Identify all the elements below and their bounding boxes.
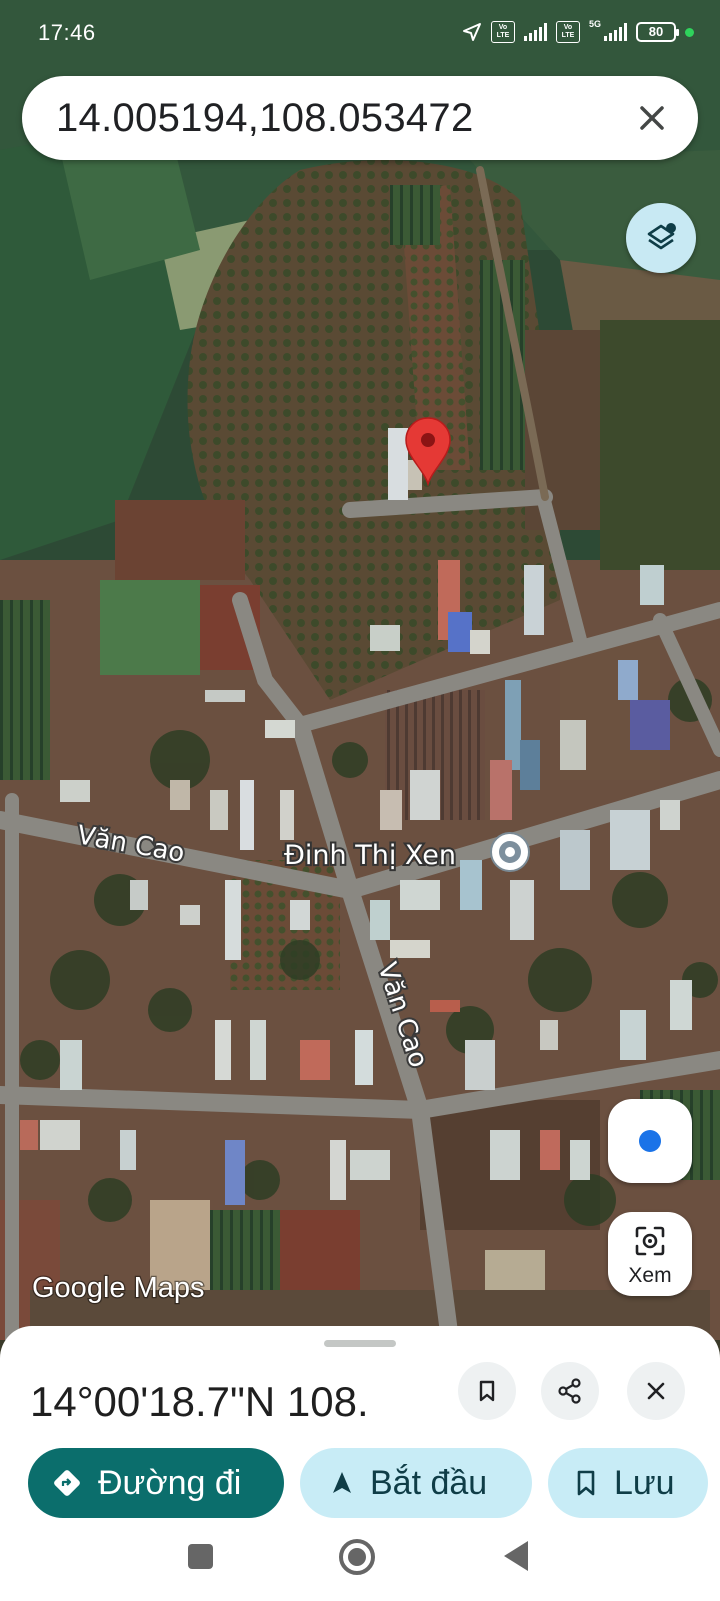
directions-icon bbox=[52, 1468, 82, 1498]
status-icons: Vo LTE Vo LTE 5G 80 bbox=[462, 18, 694, 46]
my-location-icon bbox=[639, 1130, 661, 1152]
battery-icon: 80 bbox=[636, 22, 679, 42]
status-time: 17:46 bbox=[38, 20, 96, 45]
bookmark-icon bbox=[479, 1380, 495, 1402]
navigation-arrow-icon bbox=[330, 1470, 354, 1496]
save-label: Lưu bbox=[614, 1463, 675, 1502]
close-icon bbox=[647, 1382, 665, 1400]
place-label[interactable]: Đinh Thị Xen bbox=[282, 838, 458, 873]
start-label: Bắt đầu bbox=[370, 1463, 488, 1502]
my-location-button[interactable] bbox=[608, 1099, 692, 1183]
system-nav-bar bbox=[0, 1524, 720, 1601]
layers-button[interactable] bbox=[626, 203, 696, 273]
location-arrow-icon bbox=[462, 23, 481, 41]
status-bar: 17:46 Vo LTE Vo LTE 5G 80 bbox=[0, 0, 720, 66]
close-icon[interactable] bbox=[630, 96, 674, 140]
drag-handle[interactable] bbox=[324, 1340, 396, 1347]
place-marker-icon bbox=[490, 832, 530, 872]
google-maps-logo: Google Maps bbox=[32, 1272, 205, 1304]
camera-lens-icon bbox=[635, 1226, 665, 1256]
directions-button[interactable]: Đường đi bbox=[28, 1448, 284, 1518]
share-button[interactable] bbox=[541, 1362, 599, 1420]
search-input[interactable]: 14.005194,108.053472 bbox=[56, 76, 474, 160]
back-icon[interactable] bbox=[504, 1541, 528, 1571]
recent-apps-icon[interactable] bbox=[188, 1544, 213, 1569]
lens-button[interactable]: Xem bbox=[608, 1212, 692, 1296]
lens-label: Xem bbox=[628, 1264, 672, 1287]
save-button[interactable]: Lưu bbox=[548, 1448, 708, 1518]
bookmark-button[interactable] bbox=[458, 1362, 516, 1420]
volte-icon-2: Vo LTE bbox=[555, 21, 580, 43]
home-icon[interactable] bbox=[339, 1539, 375, 1575]
signal-icon bbox=[523, 23, 547, 41]
close-sheet-button[interactable] bbox=[627, 1362, 685, 1420]
bookmark-icon bbox=[574, 1469, 598, 1497]
signal-icon-2 bbox=[604, 23, 627, 41]
volte-icon: Vo LTE bbox=[490, 21, 515, 43]
search-bar[interactable]: 14.005194,108.053472 bbox=[22, 76, 698, 160]
network-type: 5G bbox=[588, 19, 601, 29]
start-navigation-button[interactable]: Bắt đầu bbox=[300, 1448, 532, 1518]
share-icon bbox=[558, 1378, 581, 1404]
coordinates-title: 14°00'18.7"N 108. bbox=[30, 1378, 369, 1425]
layers-icon bbox=[647, 223, 676, 250]
directions-label: Đường đi bbox=[98, 1463, 242, 1502]
privacy-indicator-icon bbox=[685, 27, 694, 37]
